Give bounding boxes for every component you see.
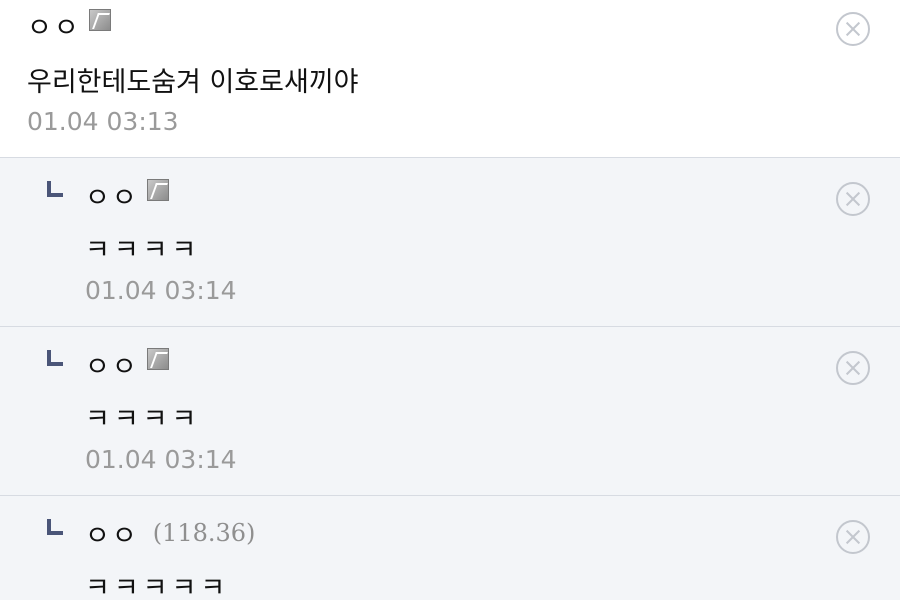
reply-author: ㅇㅇ — [85, 345, 169, 384]
fixed-nick-icon — [146, 179, 169, 201]
reply-arrow-icon — [47, 181, 63, 197]
comment-author: ㅇㅇ — [27, 6, 111, 45]
reply-item: ㅇㅇ ㅋㅋㅋㅋ 01.04 03:14 — [0, 157, 900, 326]
reply-text: ㅋㅋㅋㅋㅋ — [85, 573, 230, 600]
fixed-nick-icon — [88, 9, 111, 31]
delete-reply-button[interactable] — [836, 351, 870, 385]
comment-item: ㅇㅇ 우리한테도숨겨 이호로새끼야 01.04 03:13 — [0, 0, 900, 157]
reply-author: ㅇㅇ — [85, 176, 169, 215]
nickname[interactable]: ㅇㅇ — [85, 176, 139, 215]
comment-date: 01.04 03:13 — [27, 107, 179, 136]
reply-date: 01.04 03:14 — [85, 445, 237, 474]
reply-author: ㅇㅇ (118.36) — [85, 514, 256, 553]
comment-list: ㅇㅇ 우리한테도숨겨 이호로새끼야 01.04 03:13 ㅇㅇ ㅋㅋㅋㅋ 01… — [0, 0, 900, 600]
reply-arrow-icon — [47, 350, 63, 366]
reply-item: ㅇㅇ ㅋㅋㅋㅋ 01.04 03:14 — [0, 326, 900, 495]
delete-reply-button[interactable] — [836, 520, 870, 554]
delete-comment-button[interactable] — [836, 12, 870, 46]
fixed-nick-icon — [146, 348, 169, 370]
reply-text: ㅋㅋㅋㅋ — [85, 235, 201, 266]
nickname[interactable]: ㅇㅇ — [85, 345, 139, 384]
reply-item: ㅇㅇ (118.36) ㅋㅋㅋㅋㅋ — [0, 495, 900, 600]
reply-arrow-icon — [47, 519, 63, 535]
ip-address: (118.36) — [152, 519, 256, 547]
nickname[interactable]: ㅇㅇ — [85, 514, 139, 553]
nickname[interactable]: ㅇㅇ — [27, 6, 81, 45]
reply-date: 01.04 03:14 — [85, 276, 237, 305]
comment-text: 우리한테도숨겨 이호로새끼야 — [27, 67, 359, 98]
reply-text: ㅋㅋㅋㅋ — [85, 404, 201, 435]
delete-reply-button[interactable] — [836, 182, 870, 216]
